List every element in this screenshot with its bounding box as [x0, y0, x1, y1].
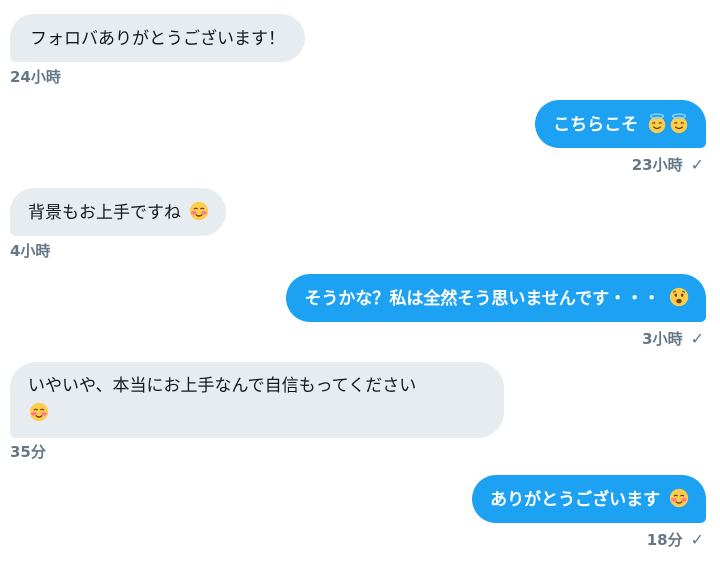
smiling-face-with-halo-icon	[648, 113, 666, 134]
message-outgoing: そうかな？私は全然そう思いませんです・・・	[286, 274, 706, 322]
smiling-face-with-blush-icon	[190, 201, 209, 221]
smiling-face-with-blush-icon	[29, 402, 49, 422]
message-timestamp: 4小時	[10, 242, 51, 260]
message-incoming: いやいや、本当にお上手なんで自信もってください	[10, 362, 504, 438]
message-timestamp: 18分 ✓	[646, 530, 704, 549]
smiling-face-with-blush-icon	[669, 488, 689, 508]
message-bubble[interactable]: こちらこそ	[535, 100, 706, 148]
message-bubble[interactable]: 背景もお上手ですね	[10, 188, 227, 236]
message-text: ありがとうございます	[490, 490, 661, 510]
message-timestamp: 3小時 ✓	[642, 329, 704, 348]
message-bubble[interactable]: そうかな？私は全然そう思いませんです・・・	[286, 274, 706, 322]
message-timestamp: 35分	[10, 443, 46, 461]
message-bubble[interactable]: ありがとうございます	[472, 475, 706, 523]
smiling-face-with-halo-icon	[670, 113, 688, 134]
message-timestamp: 24小時	[10, 68, 61, 86]
read-check-icon: ✓	[690, 155, 704, 174]
message-outgoing: ありがとうございます	[472, 475, 706, 523]
message-bubble[interactable]: フォロバありがとうございます！	[10, 14, 305, 62]
message-text: こちらこそ	[553, 115, 639, 135]
message-text: フォロバありがとうございます！	[30, 29, 285, 49]
message-timestamp: 23小時 ✓	[631, 155, 704, 174]
message-text: そうかな？私は全然そう思いませんです・・・	[304, 289, 661, 309]
message-incoming: 背景もお上手ですね	[10, 188, 227, 236]
read-check-icon: ✓	[690, 329, 704, 348]
read-check-icon: ✓	[690, 530, 704, 549]
message-text: いやいや、本当にお上手なんで自信もってください	[28, 376, 417, 396]
message-text: 背景もお上手ですね	[28, 203, 181, 223]
message-outgoing: こちらこそ	[535, 100, 706, 148]
anguished-face-icon	[669, 287, 689, 307]
message-incoming: フォロバありがとうございます！	[10, 14, 305, 62]
message-bubble[interactable]: いやいや、本当にお上手なんで自信もってください	[10, 362, 504, 438]
